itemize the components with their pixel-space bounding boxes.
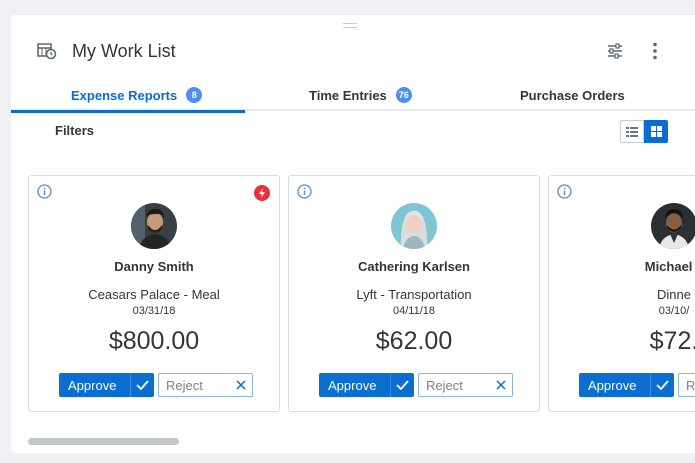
info-icon[interactable] [557, 184, 572, 199]
approve-button[interactable]: Approve [319, 373, 414, 397]
expense-description: Lyft - Transportation [356, 287, 472, 302]
expense-description: Dinne [657, 287, 691, 302]
close-icon [490, 374, 512, 396]
checkmark-icon [390, 373, 414, 397]
checkmark-icon [130, 373, 154, 397]
drag-handle[interactable] [343, 23, 357, 28]
list-view-button[interactable] [620, 120, 644, 143]
expense-date: 04/11/18 [392, 305, 435, 317]
count-badge: 8 [186, 87, 203, 103]
expense-card[interactable]: Michael J Dinne 03/10/ $72. Approve Reje… [548, 175, 695, 412]
tab-label: Time Entries [309, 87, 387, 103]
expense-description: Ceasars Palace - Meal [88, 287, 220, 302]
tab-label: Expense Reports [71, 87, 178, 103]
reject-label: Reject [166, 377, 203, 393]
expense-amount: $72. [649, 327, 695, 355]
employee-name: Cathering Karlsen [358, 259, 470, 274]
settings-button[interactable] [605, 41, 625, 61]
reject-label: Reject [426, 377, 463, 393]
work-list-panel: My Work List Expense Reports 8 Time Entr… [11, 15, 695, 453]
filters-button[interactable]: Filters [55, 123, 94, 138]
avatar [391, 203, 437, 249]
reject-button[interactable]: Reject [158, 373, 253, 397]
count-badge: 76 [395, 87, 412, 103]
list-view-icon [626, 126, 638, 137]
checkmark-icon [650, 373, 674, 397]
avatar [131, 203, 177, 249]
page-title: My Work List [72, 41, 176, 61]
expense-card[interactable]: Danny Smith Ceasars Palace - Meal 03/31/… [28, 175, 280, 412]
settings-sliders-icon [608, 43, 622, 59]
employee-name: Michael J [644, 259, 695, 274]
info-icon[interactable] [37, 184, 52, 199]
info-icon[interactable] [297, 184, 312, 199]
approve-button[interactable]: Approve [59, 373, 154, 397]
expense-amount: $62.00 [375, 327, 453, 355]
grid-view-button[interactable] [644, 120, 668, 143]
urgent-icon [254, 185, 270, 201]
view-toggle [620, 120, 668, 143]
expense-card[interactable]: Cathering Karlsen Lyft - Transportation … [288, 175, 540, 412]
horizontal-scrollbar[interactable] [28, 438, 179, 445]
expense-amount: $800.00 [108, 327, 200, 355]
approve-button[interactable]: Approve [579, 373, 674, 397]
grid-view-icon [650, 126, 662, 137]
close-icon [230, 374, 252, 396]
more-options-button[interactable] [645, 41, 665, 61]
approve-label: Approve [328, 377, 377, 393]
expense-date: 03/10/ [658, 305, 690, 317]
reject-button[interactable]: Reject [678, 373, 695, 397]
employee-name: Danny Smith [114, 259, 194, 274]
reject-label: Reject [686, 377, 695, 393]
expense-date: 03/31/18 [132, 305, 176, 317]
reject-button[interactable]: Reject [418, 373, 513, 397]
calendar-clock-icon [37, 43, 57, 60]
tab-bar: Expense Reports 8 Time Entries 76 Purcha… [11, 79, 695, 113]
tab-purchase-orders[interactable]: Purchase Orders [520, 79, 625, 111]
approve-label: Approve [588, 377, 637, 393]
more-vertical-icon [653, 42, 657, 60]
avatar [651, 203, 695, 249]
tab-label: Purchase Orders [520, 87, 625, 103]
approve-label: Approve [68, 377, 117, 393]
tab-expense-reports[interactable]: Expense Reports 8 [11, 79, 246, 113]
tab-time-entries[interactable]: Time Entries 76 [309, 79, 412, 111]
